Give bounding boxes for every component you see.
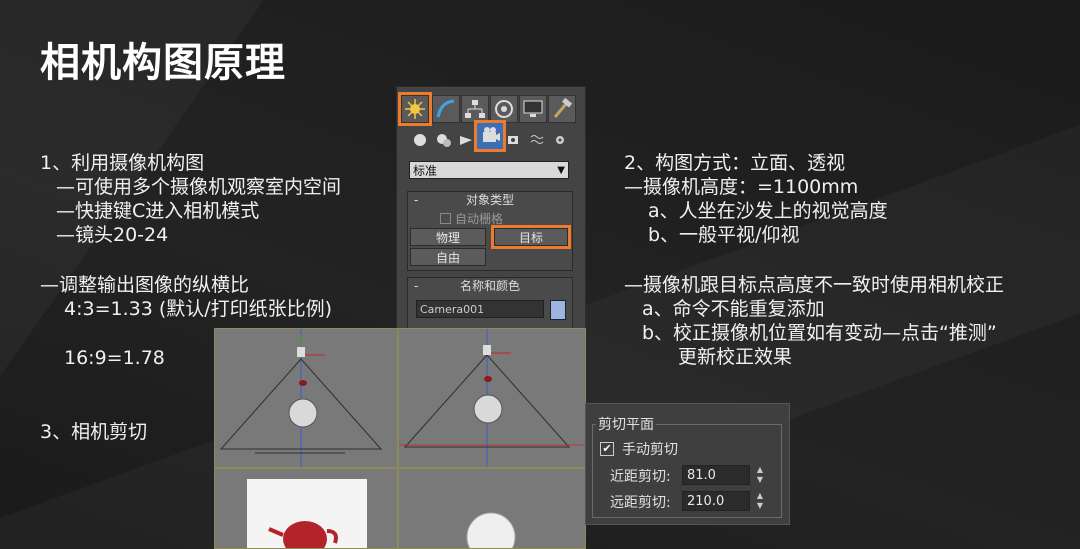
far-clip-label: 远距剪切: [610, 495, 671, 511]
viewport-perspective-shaded[interactable] [398, 468, 586, 549]
left-line-5: —调整输出图像的纵横比 [40, 274, 250, 296]
helpers-icon[interactable] [505, 131, 523, 149]
name-color-title: 名称和颜色 [459, 279, 520, 293]
target-camera-button[interactable]: 目标 [491, 225, 571, 249]
clipping-group-title: 剪切平面 [596, 414, 656, 434]
hammer-icon [553, 97, 573, 118]
display-monitor-icon [523, 100, 543, 117]
right-line-4: b、一般平视/仰视 [648, 224, 800, 246]
right-line-1: 2、构图方式：立面、透视 [624, 152, 846, 174]
left-line-3: —快捷键C进入相机模式 [56, 200, 260, 222]
right-line-7: b、校正摄像机位置如有变动—点击“推测” [642, 322, 997, 344]
near-clip-input[interactable]: 81.0 [682, 465, 750, 485]
tab-utilities[interactable] [548, 95, 576, 123]
free-camera-button[interactable]: 自由 [410, 248, 486, 266]
manual-clip-label: 手动剪切 [622, 442, 678, 458]
camera-icon [483, 127, 500, 142]
right-line-2: —摄像机高度：=1100mm [624, 176, 859, 198]
right-line-5: —摄像机跟目标点高度不一致时使用相机校正 [624, 274, 1005, 296]
tab-display[interactable] [519, 95, 547, 123]
auto-grid-box [440, 213, 451, 224]
left-line-7: 16:9=1.78 [64, 347, 165, 369]
left-line-2: —可使用多个摄像机观察室内空间 [56, 176, 342, 198]
right-line-3: a、人坐在沙发上的视觉高度 [648, 200, 888, 222]
motion-icon [495, 100, 513, 118]
name-color-rollout: - 名称和颜色 Camera001 [407, 277, 573, 329]
tab-modify[interactable] [432, 95, 460, 123]
teapot-icon [268, 521, 338, 548]
near-clip-label: 近距剪切: [610, 469, 671, 485]
left-line-8: 3、相机剪切 [40, 421, 148, 443]
object-type-title: 对象类型 [465, 193, 514, 207]
modify-arc-icon [436, 99, 455, 118]
create-panel: 标准 ▼ - 对象类型 自动栅格 物理 目标 自由 - 名称和颜色 Camera00… [396, 86, 586, 330]
object-type-rollout: - 对象类型 自动栅格 物理 目标 自由 [407, 191, 573, 271]
dropdown-value: 标准 [413, 164, 438, 178]
tab-hierarchy[interactable] [461, 95, 489, 123]
right-line-8: 更新校正效果 [678, 346, 793, 368]
chevron-down-icon: ▼ [557, 165, 565, 176]
collapse-icon: - [414, 193, 419, 207]
sphere-icon [466, 512, 516, 548]
clipping-planes-panel: 剪切平面 ✔ 手动剪切 近距剪切: 81.0 ▲ ▼ 远距剪切: 210.0 ▲ ▼ [585, 403, 790, 525]
shapes-icon[interactable] [435, 131, 453, 149]
camera-frustum-perspective [399, 329, 585, 467]
object-type-header[interactable]: - 对象类型 [408, 192, 572, 208]
slide-title: 相机构图原理 [40, 40, 286, 86]
object-color-swatch[interactable] [550, 300, 566, 320]
viewport-camera-render[interactable] [214, 468, 398, 549]
collapse-icon: - [414, 279, 419, 293]
right-line-6: a、命令不能重复添加 [642, 298, 825, 320]
physical-camera-button[interactable]: 物理 [410, 228, 486, 246]
left-line-4: —镜头20-24 [56, 224, 169, 246]
cameras-category-icon[interactable] [474, 120, 506, 152]
far-clip-input[interactable]: 210.0 [682, 491, 750, 511]
left-line-6: 4:3=1.33 (默认/打印纸张比例) [64, 298, 333, 320]
auto-grid-label: 自动栅格 [455, 212, 504, 226]
camera-frustum-front [219, 329, 383, 467]
tab-create[interactable] [398, 92, 432, 126]
name-color-header[interactable]: - 名称和颜色 [408, 278, 572, 294]
geometry-sphere-icon[interactable] [411, 131, 429, 149]
lights-icon[interactable] [457, 131, 475, 149]
create-star-icon [405, 99, 425, 119]
manual-clip-checkbox[interactable]: ✔ [600, 442, 614, 456]
near-clip-spinner[interactable]: ▲ ▼ [754, 465, 766, 485]
far-clip-spinner[interactable]: ▲ ▼ [754, 491, 766, 511]
auto-grid-checkbox[interactable]: 自动栅格 [440, 210, 503, 227]
left-line-1: 1、利用摄像机构图 [40, 152, 205, 174]
category-dropdown[interactable]: 标准 ▼ [409, 161, 569, 179]
render-frame [247, 479, 367, 548]
hierarchy-icon [465, 100, 485, 118]
tab-motion[interactable] [490, 95, 518, 123]
systems-gear-icon[interactable] [551, 131, 569, 149]
viewport-perspective-wire[interactable] [398, 328, 586, 468]
object-name-input[interactable]: Camera001 [416, 300, 544, 318]
spacewarps-icon[interactable] [529, 131, 547, 149]
viewport-front[interactable] [214, 328, 398, 468]
